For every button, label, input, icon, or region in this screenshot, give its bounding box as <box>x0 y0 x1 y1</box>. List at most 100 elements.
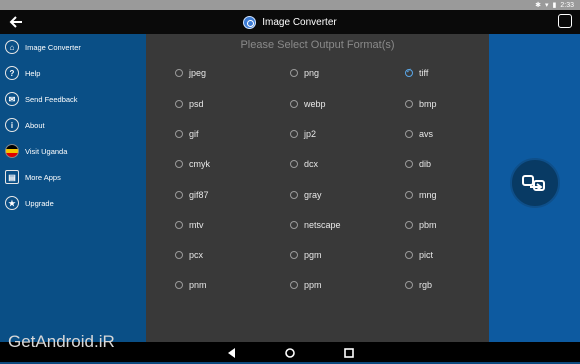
convert-arrow-icon <box>522 173 548 193</box>
format-label: mtv <box>189 220 204 230</box>
format-label: pbm <box>419 220 437 230</box>
radio-icon <box>290 281 298 289</box>
format-option-png[interactable]: png <box>290 66 319 80</box>
sidebar-item-upgrade[interactable]: ★ Upgrade <box>0 192 146 214</box>
format-option-pcx[interactable]: pcx <box>175 248 203 262</box>
app-title-wrap: Image Converter <box>0 14 580 30</box>
format-label: mng <box>419 190 437 200</box>
format-label: png <box>304 68 320 78</box>
format-label: gif87 <box>189 190 209 200</box>
app-title: Image Converter <box>262 16 337 28</box>
sidebar-item-visit-uganda[interactable]: Visit Uganda <box>0 140 146 162</box>
format-option-dib[interactable]: dib <box>405 157 431 171</box>
radio-icon <box>405 160 413 168</box>
format-label: jpeg <box>189 68 207 78</box>
sidebar-item-label: About <box>25 120 45 130</box>
format-option-psd[interactable]: psd <box>175 97 204 111</box>
page-title: Please Select Output Format(s) <box>240 39 395 51</box>
format-option-avs[interactable]: avs <box>405 127 433 141</box>
radio-icon <box>405 221 413 229</box>
store-icon: ▤ <box>5 170 19 184</box>
format-label: jp2 <box>304 129 317 139</box>
radio-icon <box>175 69 183 77</box>
format-label: rgb <box>419 280 433 290</box>
format-option-jpeg[interactable]: jpeg <box>175 66 206 80</box>
format-label: gif <box>189 129 199 139</box>
radio-icon <box>290 251 298 259</box>
sidebar-item-more-apps[interactable]: ▤ More Apps <box>0 166 146 188</box>
format-label: pict <box>419 250 434 260</box>
bluetooth-icon: ✱ <box>535 2 541 9</box>
radio-icon <box>405 251 413 259</box>
format-label: pgm <box>304 250 322 260</box>
format-option-gif[interactable]: gif <box>175 127 199 141</box>
radio-icon <box>290 69 298 77</box>
format-option-gray[interactable]: gray <box>290 188 322 202</box>
status-icons: ✱ ▾ ▮ 2:33 <box>535 0 574 10</box>
sidebar-item-help[interactable]: ? Help <box>0 62 146 84</box>
format-panel: Please Select Output Format(s) jpeg png … <box>146 34 489 342</box>
square-menu-icon[interactable] <box>558 14 572 28</box>
star-icon: ★ <box>5 196 19 210</box>
sidebar-item-label: Send Feedback <box>25 94 78 104</box>
format-option-mtv[interactable]: mtv <box>175 218 204 232</box>
radio-icon <box>290 160 298 168</box>
question-icon: ? <box>5 66 19 80</box>
format-option-netscape[interactable]: netscape <box>290 218 341 232</box>
nav-back-icon[interactable] <box>226 346 238 358</box>
status-bar: ✱ ▾ ▮ 2:33 <box>0 0 580 10</box>
nav-home-icon[interactable] <box>284 346 296 358</box>
radio-icon <box>405 130 413 138</box>
home-icon: ⌂ <box>5 40 19 54</box>
nav-recents-icon[interactable] <box>343 346 355 358</box>
radio-icon <box>175 130 183 138</box>
format-label: cmyk <box>189 159 210 169</box>
sidebar-item-image-converter[interactable]: ⌂ Image Converter <box>0 36 146 58</box>
format-option-bmp[interactable]: bmp <box>405 97 437 111</box>
convert-button[interactable] <box>510 158 560 208</box>
radio-icon <box>290 130 298 138</box>
radio-icon <box>405 100 413 108</box>
format-label: psd <box>189 99 204 109</box>
radio-icon <box>290 221 298 229</box>
format-option-cmyk[interactable]: cmyk <box>175 157 210 171</box>
app-logo-icon <box>243 15 257 29</box>
format-option-pbm[interactable]: pbm <box>405 218 437 232</box>
format-label: bmp <box>419 99 437 109</box>
sidebar: ⌂ Image Converter ? Help ✉ Send Feedback… <box>0 34 146 342</box>
sidebar-item-label: Help <box>25 68 41 78</box>
radio-icon <box>175 281 183 289</box>
format-label: avs <box>419 129 434 139</box>
format-option-tiff[interactable]: tiff <box>405 66 428 80</box>
format-option-webp[interactable]: webp <box>290 97 326 111</box>
format-label: webp <box>304 99 326 109</box>
format-option-mng[interactable]: mng <box>405 188 437 202</box>
format-option-ppm[interactable]: ppm <box>290 278 322 292</box>
format-option-pnm[interactable]: pnm <box>175 278 207 292</box>
format-label: ppm <box>304 280 322 290</box>
checked-radio-icon <box>405 67 413 77</box>
format-option-pgm[interactable]: pgm <box>290 248 322 262</box>
format-option-jp2[interactable]: jp2 <box>290 127 316 141</box>
flag-icon <box>5 144 19 158</box>
battery-icon: ▮ <box>552 2 557 9</box>
radio-icon <box>290 191 298 199</box>
format-label: gray <box>304 190 322 200</box>
format-option-rgb[interactable]: rgb <box>405 278 432 292</box>
sidebar-item-label: Image Converter <box>25 42 81 52</box>
format-label: dcx <box>304 159 319 169</box>
sidebar-item-about[interactable]: i About <box>0 114 146 136</box>
radio-icon <box>175 191 183 199</box>
format-label: pcx <box>189 250 204 260</box>
sidebar-item-label: More Apps <box>25 172 61 182</box>
radio-icon <box>175 221 183 229</box>
format-label: tiff <box>419 68 429 78</box>
sidebar-item-send-feedback[interactable]: ✉ Send Feedback <box>0 88 146 110</box>
mail-icon: ✉ <box>5 92 19 106</box>
format-label: pnm <box>189 280 207 290</box>
format-option-gif87[interactable]: gif87 <box>175 188 209 202</box>
radio-icon <box>405 191 413 199</box>
format-option-dcx[interactable]: dcx <box>290 157 318 171</box>
format-option-pict[interactable]: pict <box>405 248 433 262</box>
wifi-icon: ▾ <box>545 2 549 9</box>
